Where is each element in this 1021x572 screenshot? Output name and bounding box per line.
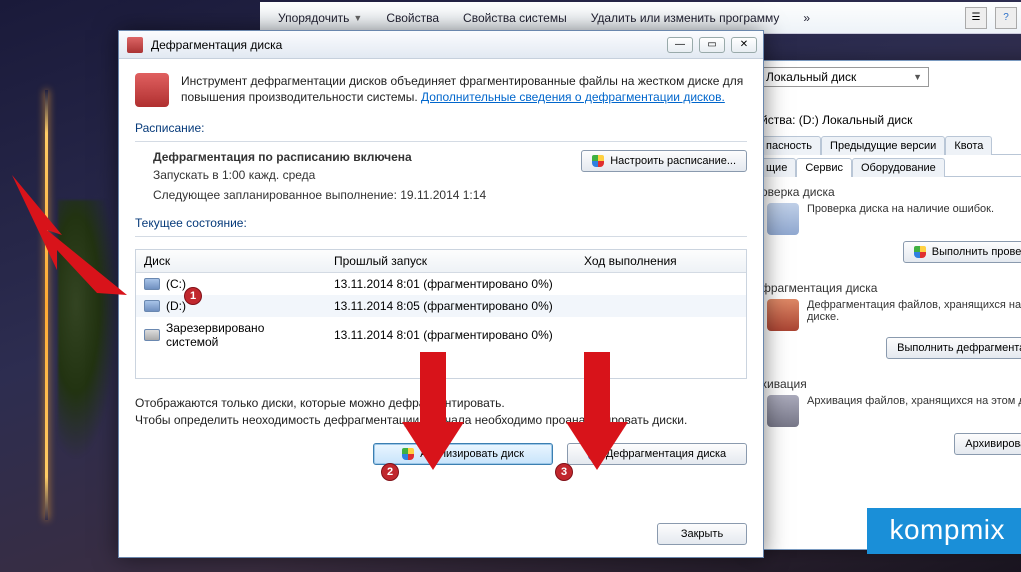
chevron-down-icon: ▼ — [913, 72, 922, 82]
disks-header: Диск Прошлый запуск Ход выполнения — [136, 250, 746, 273]
drive-selector-label: Локальный диск — [766, 70, 856, 84]
shield-icon — [402, 448, 414, 460]
current-state-label: Текущее состояние: — [135, 212, 747, 234]
defragment-disk-button[interactable]: Дефрагментация диска — [567, 443, 747, 465]
section-check-disk: оверка диска Проверка диска на наличие о… — [751, 177, 1021, 273]
backup-icon — [767, 395, 799, 427]
disk-row[interactable]: Зарезервировано системой 13.11.2014 8:01… — [136, 317, 746, 353]
toolbar-more[interactable]: » — [793, 7, 820, 29]
run-backup-button[interactable]: Архивировать... — [954, 433, 1021, 455]
schedule-info: Дефрагментация по расписанию включена За… — [135, 150, 486, 202]
properties-tabs-row2: щие Сервис Оборудование — [751, 157, 1021, 177]
analyze-disk-label: Анализировать диск — [420, 448, 524, 460]
maximize-button[interactable]: ▭ — [699, 37, 725, 53]
defrag-big-icon — [135, 73, 169, 107]
configure-schedule-button[interactable]: Настроить расписание... — [581, 150, 747, 172]
shield-icon — [914, 246, 926, 258]
section-defrag-title: фрагментация диска — [761, 281, 1021, 295]
disk-name: Зарезервировано системой — [166, 321, 318, 349]
close-button[interactable]: Закрыть — [657, 523, 747, 545]
section-backup-title: хивация — [761, 377, 1021, 391]
drive-selector[interactable]: Локальный диск ▼ — [759, 67, 929, 87]
defrag-intro-text: Инструмент дефрагментации дисков объедин… — [181, 73, 747, 107]
col-progress-header[interactable]: Ход выполнения — [576, 250, 746, 272]
defrag-window-title: Дефрагментация диска — [151, 38, 282, 52]
schedule-time-label: Запускать в 1:00 кажд. среда — [153, 168, 486, 182]
disk-icon — [144, 300, 160, 312]
disk-name: (D:) — [166, 299, 186, 313]
minimize-button[interactable]: — — [667, 37, 693, 53]
view-options-button[interactable]: ☰ — [965, 7, 987, 29]
defrag-titlebar: Дефрагментация диска — ▭ ✕ — [119, 31, 763, 59]
disk-row[interactable]: (D:) 13.11.2014 8:05 (фрагментировано 0%… — [136, 295, 746, 317]
run-backup-label: Архивировать... — [965, 438, 1021, 450]
run-check-label: Выполнить проверку... — [932, 246, 1021, 258]
disks-list: Диск Прошлый запуск Ход выполнения (C:) … — [135, 249, 747, 379]
shield-icon — [588, 448, 600, 460]
close-icon[interactable]: ✕ — [731, 37, 757, 53]
tab-service[interactable]: Сервис — [796, 158, 852, 177]
tab-previous-versions[interactable]: Предыдущие версии — [821, 136, 945, 155]
disk-icon — [144, 278, 160, 290]
help-button[interactable]: ? — [995, 7, 1017, 29]
disk-last-run: 13.11.2014 8:01 (фрагментировано 0%) — [326, 324, 576, 346]
configure-schedule-label: Настроить расписание... — [610, 155, 736, 167]
run-defrag-label: Выполнить дефрагментацию — [897, 342, 1021, 354]
properties-window-title: йства: (D:) Локальный диск — [751, 105, 1021, 133]
schedule-group-label: Расписание: — [135, 117, 747, 139]
col-disk-header[interactable]: Диск — [136, 250, 326, 272]
section-check-title: оверка диска — [761, 185, 1021, 199]
run-check-button[interactable]: Выполнить проверку... — [903, 241, 1021, 263]
disk-name: (C:) — [166, 277, 186, 291]
toolbar-organize-label: Упорядочить — [278, 11, 349, 25]
tab-hardware[interactable]: Оборудование — [852, 158, 945, 177]
properties-tabs-row1: пасность Предыдущие версии Квота — [751, 135, 1021, 155]
section-backup: хивация Архивация файлов, хранящихся на … — [751, 369, 1021, 465]
toolbar-uninstall[interactable]: Удалить или изменить программу — [581, 7, 790, 29]
shield-icon — [592, 155, 604, 167]
toolbar-sysprops-label: Свойства системы — [463, 11, 567, 25]
section-defrag-text: Дефрагментация файлов, хранящихся на это… — [807, 299, 1021, 323]
disk-last-run: 13.11.2014 8:01 (фрагментировано 0%) — [326, 273, 576, 295]
toolbar-organize[interactable]: Упорядочить ▼ — [268, 7, 372, 29]
chevron-down-icon: ▼ — [353, 13, 362, 23]
check-disk-icon — [767, 203, 799, 235]
toolbar-properties-label: Свойства — [386, 11, 439, 25]
defrag-dialog: Дефрагментация диска — ▭ ✕ Инструмент де… — [118, 30, 764, 558]
watermark: kompmix — [867, 508, 1021, 554]
chevron-right-icon: » — [803, 11, 810, 25]
disk-last-run: 13.11.2014 8:05 (фрагментировано 0%) — [326, 295, 576, 317]
tab-security[interactable]: пасность — [757, 136, 821, 155]
run-defrag-button[interactable]: Выполнить дефрагментацию — [886, 337, 1021, 359]
analyze-disk-button[interactable]: Анализировать диск — [373, 443, 553, 465]
toolbar-system-properties[interactable]: Свойства системы — [453, 7, 577, 29]
schedule-next-label: Следующее запланированное выполнение: 19… — [153, 188, 486, 202]
toolbar-uninstall-label: Удалить или изменить программу — [591, 11, 780, 25]
section-defrag: фрагментация диска Дефрагментация файлов… — [751, 273, 1021, 369]
section-backup-text: Архивация файлов, хранящихся на этом дис… — [807, 395, 1021, 407]
col-last-header[interactable]: Прошлый запуск — [326, 250, 576, 272]
drive-properties-window: Локальный диск ▼ йства: (D:) Локальный д… — [750, 60, 1021, 550]
disk-icon — [144, 329, 160, 341]
close-button-label: Закрыть — [681, 528, 723, 540]
defrag-hint: Отображаются только диски, которые можно… — [135, 395, 747, 429]
defrag-icon — [767, 299, 799, 331]
toolbar-properties[interactable]: Свойства — [376, 7, 449, 29]
schedule-on-label: Дефрагментация по расписанию включена — [153, 150, 486, 164]
disk-row[interactable]: (C:) 13.11.2014 8:01 (фрагментировано 0%… — [136, 273, 746, 295]
tab-quota[interactable]: Квота — [945, 136, 992, 155]
defrag-learn-more-link[interactable]: Дополнительные сведения о дефрагментации… — [421, 90, 725, 104]
defrag-window-icon — [127, 37, 143, 53]
section-check-text: Проверка диска на наличие ошибок. — [807, 203, 1021, 215]
defragment-disk-label: Дефрагментация диска — [606, 448, 726, 460]
